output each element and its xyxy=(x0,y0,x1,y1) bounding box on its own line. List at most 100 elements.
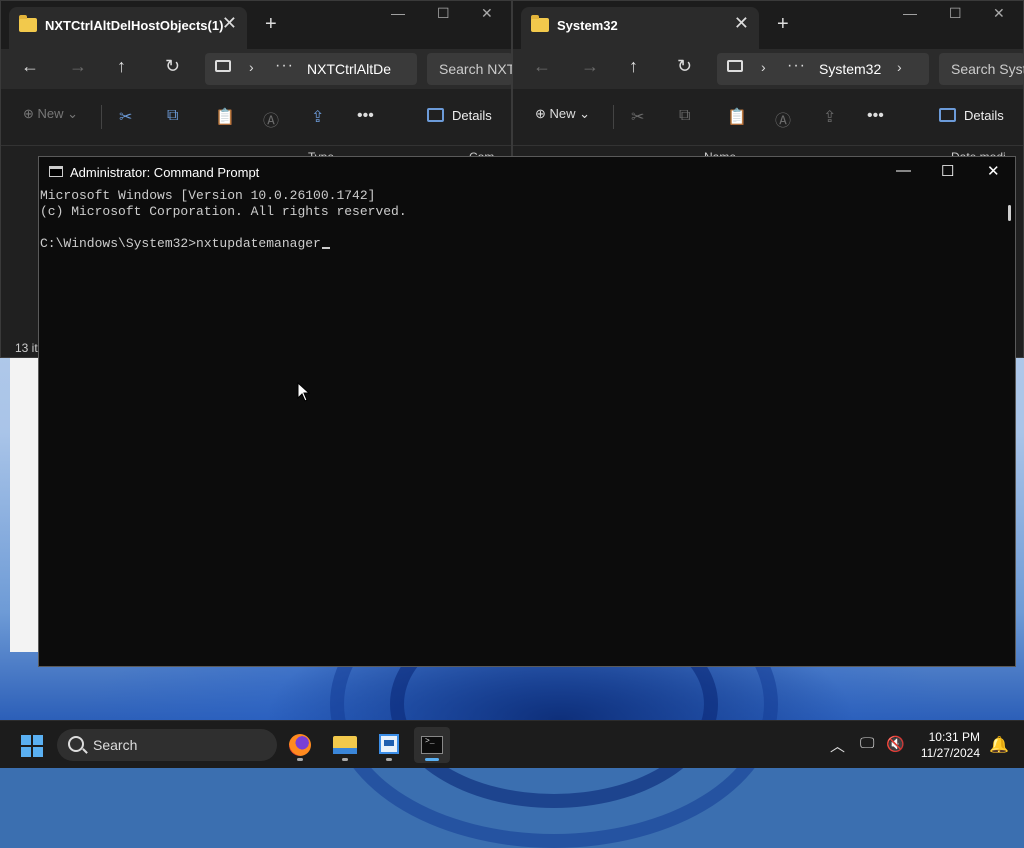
chevron-right-icon: › xyxy=(761,59,766,75)
console-line: C:\Windows\System32>nxtupdatemanager xyxy=(40,236,321,251)
chevron-up-icon[interactable]: ︿ xyxy=(830,735,845,756)
console-output[interactable]: Microsoft Windows [Version 10.0.26100.17… xyxy=(39,187,1001,666)
tab-title: System32 xyxy=(557,18,618,33)
window-title: Administrator: Command Prompt xyxy=(70,165,260,180)
minimize-button[interactable]: — xyxy=(896,162,911,179)
command-prompt-window: Administrator: Command Prompt — ☐ ✕ Micr… xyxy=(38,156,1016,667)
notification-bell-icon[interactable]: 🔔 xyxy=(989,735,1009,755)
new-tab-button[interactable]: + xyxy=(777,13,789,36)
console-prompt-line[interactable]: C:\Windows\System32>nxtupdatemanager xyxy=(40,236,1001,252)
share-icon[interactable]: ⇪ xyxy=(311,107,324,127)
more-options-icon[interactable]: ••• xyxy=(357,107,374,125)
folder-icon xyxy=(19,15,37,32)
clock[interactable]: 10:31 PM 11/27/2024 xyxy=(912,729,980,761)
new-button[interactable]: ⊕ New ⌄ xyxy=(23,106,78,122)
taskbar-search[interactable]: Search xyxy=(57,729,277,761)
cut-icon[interactable]: ✂ xyxy=(119,107,132,127)
mouse-pointer-icon xyxy=(297,382,311,402)
paste-icon[interactable]: 📋 xyxy=(215,107,235,127)
search-placeholder: Search Syste xyxy=(951,61,1024,77)
new-button-label: New xyxy=(549,106,576,121)
taskbar: Search ︿ 🖵 🔇 10:31 PM 11/27/2024 🔔 xyxy=(0,720,1024,768)
notepad-icon xyxy=(379,734,399,754)
address-bar[interactable]: › ··· System32 › xyxy=(717,53,929,85)
chevron-right-icon: › xyxy=(249,59,254,75)
refresh-icon[interactable]: ↻ xyxy=(165,56,180,77)
maximize-button[interactable]: ☐ xyxy=(941,162,954,180)
more-locations-icon[interactable]: ··· xyxy=(275,57,294,75)
search-box[interactable]: Search Syste xyxy=(939,53,1024,85)
tab-system32[interactable]: System32 ✕ xyxy=(521,7,759,49)
more-options-icon[interactable]: ••• xyxy=(867,107,884,125)
windows-logo-icon xyxy=(33,747,43,757)
console-icon xyxy=(49,166,63,177)
address-bar[interactable]: › ··· NXTCtrlAltDe xyxy=(205,53,417,85)
close-tab-icon[interactable]: ✕ xyxy=(222,13,237,34)
share-icon[interactable]: ⇪ xyxy=(823,107,836,127)
close-window-button[interactable]: ✕ xyxy=(993,5,1005,22)
copy-icon[interactable]: ⧉ xyxy=(167,107,178,125)
title-bar[interactable]: Administrator: Command Prompt — ☐ ✕ xyxy=(39,157,1015,187)
breadcrumb[interactable]: System32 xyxy=(819,61,881,77)
new-tab-button[interactable]: + xyxy=(265,13,277,36)
more-locations-icon[interactable]: ··· xyxy=(787,57,806,75)
time: 10:31 PM xyxy=(928,730,980,744)
network-icon[interactable]: 🖵 xyxy=(860,735,874,752)
running-indicator xyxy=(297,758,303,761)
taskbar-app-terminal[interactable] xyxy=(414,727,450,763)
refresh-icon[interactable]: ↻ xyxy=(677,56,692,77)
running-indicator xyxy=(342,758,348,761)
details-button[interactable]: Details xyxy=(427,108,492,123)
cut-icon[interactable]: ✂ xyxy=(631,107,644,127)
taskbar-app-firefox[interactable] xyxy=(282,727,318,763)
back-arrow-icon[interactable]: ← xyxy=(21,56,39,77)
item-count: 13 it xyxy=(15,341,38,355)
minimize-button[interactable]: — xyxy=(903,5,917,21)
close-window-button[interactable]: ✕ xyxy=(481,5,493,22)
back-arrow-icon[interactable]: ← xyxy=(533,56,551,77)
scrollbar-thumb[interactable] xyxy=(1008,205,1011,221)
tab-title: NXTCtrlAltDelHostObjects(1) xyxy=(45,18,224,33)
taskbar-app-notepad[interactable] xyxy=(371,727,407,763)
search-box[interactable]: Search NXTC xyxy=(427,53,513,85)
windows-logo-icon xyxy=(21,735,31,745)
minimize-button[interactable]: — xyxy=(391,5,405,21)
start-button[interactable] xyxy=(21,735,43,757)
console-line: Microsoft Windows [Version 10.0.26100.17… xyxy=(40,188,376,203)
address-bar-row: ← → ↑ ↻ › ··· NXTCtrlAltDe Search NXTC xyxy=(1,49,513,89)
copy-icon[interactable]: ⧉ xyxy=(679,107,690,125)
tab-strip: System32 ✕ + — ☐ ✕ xyxy=(513,1,1023,49)
this-pc-icon xyxy=(727,60,743,72)
details-button[interactable]: Details xyxy=(939,108,1004,123)
address-bar-row: ← → ↑ ↻ › ··· System32 › Search Syste xyxy=(513,49,1024,89)
tab-strip: NXTCtrlAltDelHostObjects(1) ✕ + — ☐ ✕ xyxy=(1,1,511,49)
up-arrow-icon[interactable]: ↑ xyxy=(117,56,126,77)
rename-icon[interactable]: Ⓐ xyxy=(775,107,791,131)
command-bar: ⊕ New ⌄ ✂ ⧉ 📋 Ⓐ ⇪ ••• Details xyxy=(513,89,1023,146)
file-explorer-icon xyxy=(333,736,357,754)
firefox-icon xyxy=(289,734,311,756)
volume-muted-icon[interactable]: 🔇 xyxy=(886,735,905,753)
background-window-edge xyxy=(10,355,41,652)
forward-arrow-icon[interactable]: → xyxy=(69,56,87,77)
tab-nxtctrlaltdel[interactable]: NXTCtrlAltDelHostObjects(1) ✕ xyxy=(9,7,247,49)
forward-arrow-icon[interactable]: → xyxy=(581,56,599,77)
breadcrumb[interactable]: NXTCtrlAltDe xyxy=(307,61,391,77)
close-window-button[interactable]: ✕ xyxy=(987,162,1000,180)
paste-icon[interactable]: 📋 xyxy=(727,107,747,127)
rename-icon[interactable]: Ⓐ xyxy=(263,107,279,131)
windows-logo-icon xyxy=(33,735,43,745)
separator xyxy=(101,105,102,129)
maximize-button[interactable]: ☐ xyxy=(437,5,450,22)
this-pc-icon xyxy=(215,60,231,72)
text-cursor xyxy=(321,247,330,249)
up-arrow-icon[interactable]: ↑ xyxy=(629,56,638,77)
taskbar-app-file-explorer[interactable] xyxy=(327,727,363,763)
new-button[interactable]: ⊕ New ⌄ xyxy=(535,106,590,122)
close-tab-icon[interactable]: ✕ xyxy=(734,13,749,34)
running-indicator xyxy=(386,758,392,761)
maximize-button[interactable]: ☐ xyxy=(949,5,962,22)
search-placeholder: Search NXTC xyxy=(439,61,513,77)
search-icon xyxy=(68,736,84,752)
